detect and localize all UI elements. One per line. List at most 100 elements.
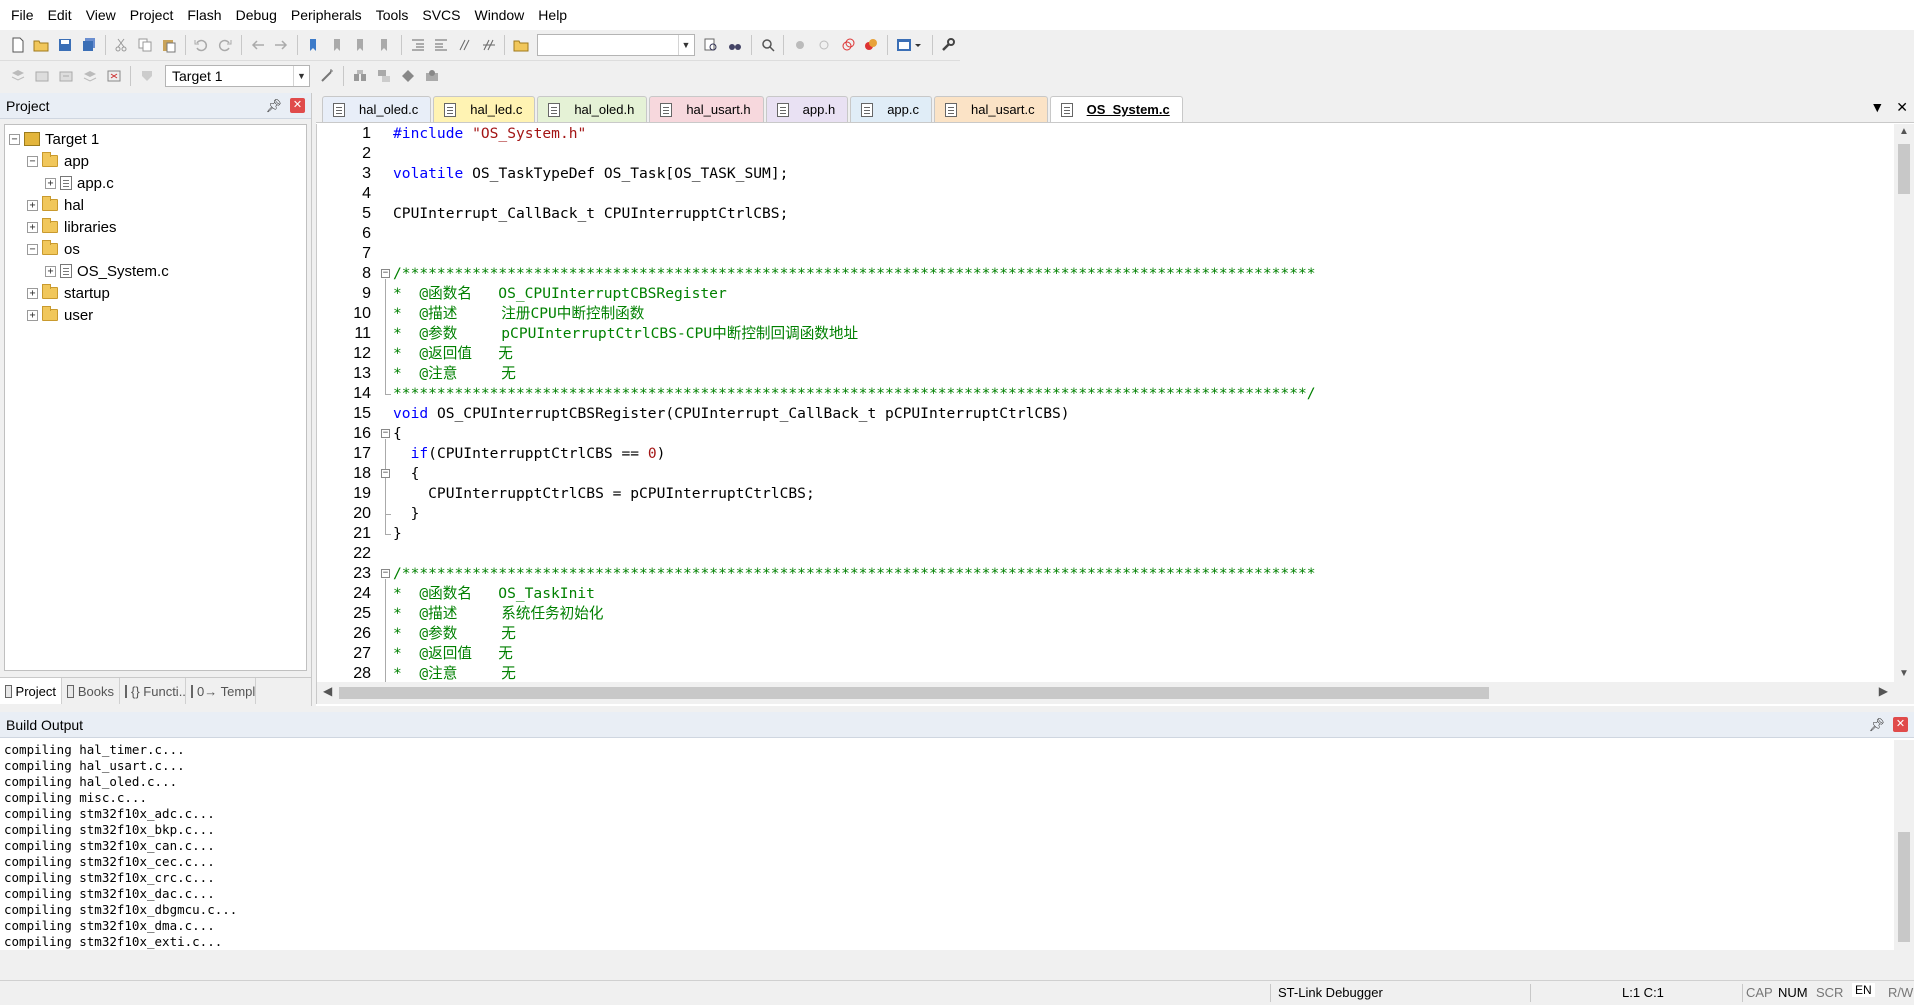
build-vertical-scrollbar[interactable] [1894, 740, 1914, 950]
code-line[interactable]: * @注意 无 [393, 664, 1893, 682]
breakpoint-insert-button[interactable] [789, 34, 811, 56]
expand-toggle-icon[interactable]: + [27, 287, 38, 299]
code-line[interactable]: * @描述 系统任务初始化 [393, 604, 1893, 624]
breakpoint-enable-button[interactable] [813, 34, 835, 56]
code-line[interactable]: { [393, 424, 1893, 444]
nav-forward-button[interactable] [271, 34, 293, 56]
nav-back-button[interactable] [247, 34, 269, 56]
file-tab[interactable]: hal_usart.h [649, 96, 764, 122]
code-line[interactable]: } [393, 504, 1893, 524]
code-text[interactable]: #include "OS_System.h" volatile OS_TaskTy… [393, 124, 1893, 682]
save-all-button[interactable] [78, 34, 100, 56]
rebuild-button[interactable] [55, 65, 77, 87]
translate-button[interactable] [7, 65, 29, 87]
configure-button[interactable] [938, 34, 960, 56]
collapse-toggle-icon[interactable]: − [27, 155, 38, 167]
window-layout-button[interactable] [893, 34, 926, 56]
scroll-thumb[interactable] [1898, 832, 1910, 942]
menu-view[interactable]: View [79, 0, 123, 30]
paste-button[interactable] [158, 34, 180, 56]
editor-horizontal-scrollbar[interactable]: ◀ ▶ [316, 682, 1914, 704]
tree-item[interactable]: + startup [5, 282, 306, 304]
target-options-button[interactable] [316, 65, 338, 87]
editor-vertical-scrollbar[interactable]: ▲ ▼ [1894, 124, 1914, 682]
code-area[interactable]: 1 2 3 4 5 6 7 8 9 10 11 12 13 14 15 16 17 18 19 20 21 22 23 24 2… [316, 124, 1894, 682]
file-tab[interactable]: hal_led.c [433, 96, 536, 122]
save-button[interactable] [54, 34, 76, 56]
bookmark-clear-button[interactable] [374, 34, 396, 56]
collapse-toggle-icon[interactable]: − [9, 133, 20, 145]
scroll-right-icon[interactable]: ▶ [1879, 684, 1888, 698]
scroll-left-icon[interactable]: ◀ [323, 684, 332, 698]
unindent-button[interactable] [430, 34, 452, 56]
code-line[interactable]: * @返回值 无 [393, 344, 1893, 364]
tree-item[interactable]: + OS_System.c [5, 260, 306, 282]
code-line[interactable]: CPUInterrupptCtrlCBS = pCPUInterruptCtrl… [393, 484, 1893, 504]
expand-toggle-icon[interactable]: + [45, 265, 56, 277]
bookmark-toggle-button[interactable] [303, 34, 325, 56]
file-tab[interactable]: app.h [765, 96, 849, 122]
build-log[interactable]: compiling hal_timer.c... compiling hal_us… [4, 742, 1884, 950]
target-combo[interactable]: Target 1 ▼ [165, 65, 310, 87]
incremental-find-button[interactable] [757, 34, 779, 56]
comment-button[interactable] [454, 34, 476, 56]
menu-tools[interactable]: Tools [369, 0, 416, 30]
menu-window[interactable]: Window [468, 0, 532, 30]
tab-books[interactable]: Books [62, 678, 120, 704]
file-tab[interactable]: hal_oled.c [322, 96, 432, 122]
file-tab[interactable]: hal_usart.c [934, 96, 1048, 122]
code-line[interactable] [393, 144, 1893, 164]
code-line[interactable]: /***************************************… [393, 564, 1893, 584]
menu-project[interactable]: Project [123, 0, 181, 30]
fold-toggle-icon[interactable]: − [381, 569, 390, 578]
code-line[interactable]: CPUInterrupt_CallBack_t CPUInterrupptCtr… [393, 204, 1893, 224]
close-icon[interactable]: ✕ [290, 98, 305, 113]
code-line[interactable] [393, 544, 1893, 564]
undo-button[interactable] [191, 34, 213, 56]
scroll-thumb[interactable] [1898, 144, 1910, 194]
code-line[interactable] [393, 224, 1893, 244]
code-line[interactable]: /***************************************… [393, 264, 1893, 284]
tree-item[interactable]: + hal [5, 194, 306, 216]
redo-button[interactable] [214, 34, 236, 56]
code-line[interactable]: * @函数名 OS_TaskInit [393, 584, 1893, 604]
code-line[interactable]: volatile OS_TaskTypeDef OS_Task[OS_TASK_… [393, 164, 1893, 184]
bookmark-prev-button[interactable] [327, 34, 349, 56]
code-line[interactable]: ****************************************… [393, 384, 1893, 404]
pack-installer-button[interactable] [421, 65, 443, 87]
tree-item[interactable]: + libraries [5, 216, 306, 238]
find-in-files-button[interactable] [510, 34, 532, 56]
download-button[interactable] [136, 65, 158, 87]
scroll-up-icon[interactable]: ▲ [1894, 124, 1914, 140]
expand-toggle-icon[interactable]: + [27, 309, 38, 321]
replace-button[interactable] [724, 34, 746, 56]
close-tab-icon[interactable]: ✕ [1896, 99, 1908, 116]
tab-list-dropdown-icon[interactable]: ▼ [1870, 99, 1884, 116]
fold-toggle-icon[interactable]: − [381, 269, 390, 278]
code-line[interactable]: { [393, 464, 1893, 484]
code-line[interactable]: * @返回值 无 [393, 644, 1893, 664]
collapse-toggle-icon[interactable]: − [27, 243, 38, 255]
menu-svcs[interactable]: SVCS [415, 0, 467, 30]
tab-templates[interactable]: 0→ Templa... [186, 678, 256, 704]
code-line[interactable]: #include "OS_System.h" [393, 124, 1893, 144]
menu-help[interactable]: Help [531, 0, 574, 30]
code-line[interactable]: * @描述 注册CPU中断控制函数 [393, 304, 1893, 324]
build-button[interactable] [31, 65, 53, 87]
tab-project[interactable]: Project [0, 678, 62, 704]
fold-toggle-icon[interactable]: − [381, 469, 390, 478]
tree-item[interactable]: + user [5, 304, 306, 326]
tree-item[interactable]: + app.c [5, 172, 306, 194]
file-tab[interactable]: hal_oled.h [537, 96, 648, 122]
build-horizontal-scrollbar[interactable] [0, 950, 1914, 968]
chevron-down-icon[interactable]: ▼ [677, 35, 694, 55]
code-line[interactable]: * @注意 无 [393, 364, 1893, 384]
code-line[interactable]: * @参数 无 [393, 624, 1893, 644]
chevron-down-icon[interactable]: ▼ [293, 66, 309, 86]
batch-build-button[interactable] [79, 65, 101, 87]
manage-components-button[interactable] [349, 65, 371, 87]
menu-debug[interactable]: Debug [229, 0, 284, 30]
pin-icon[interactable]: 📌︎ [1868, 717, 1885, 733]
pin-icon[interactable]: 📌︎ [265, 98, 282, 114]
select-packs-button[interactable] [397, 65, 419, 87]
